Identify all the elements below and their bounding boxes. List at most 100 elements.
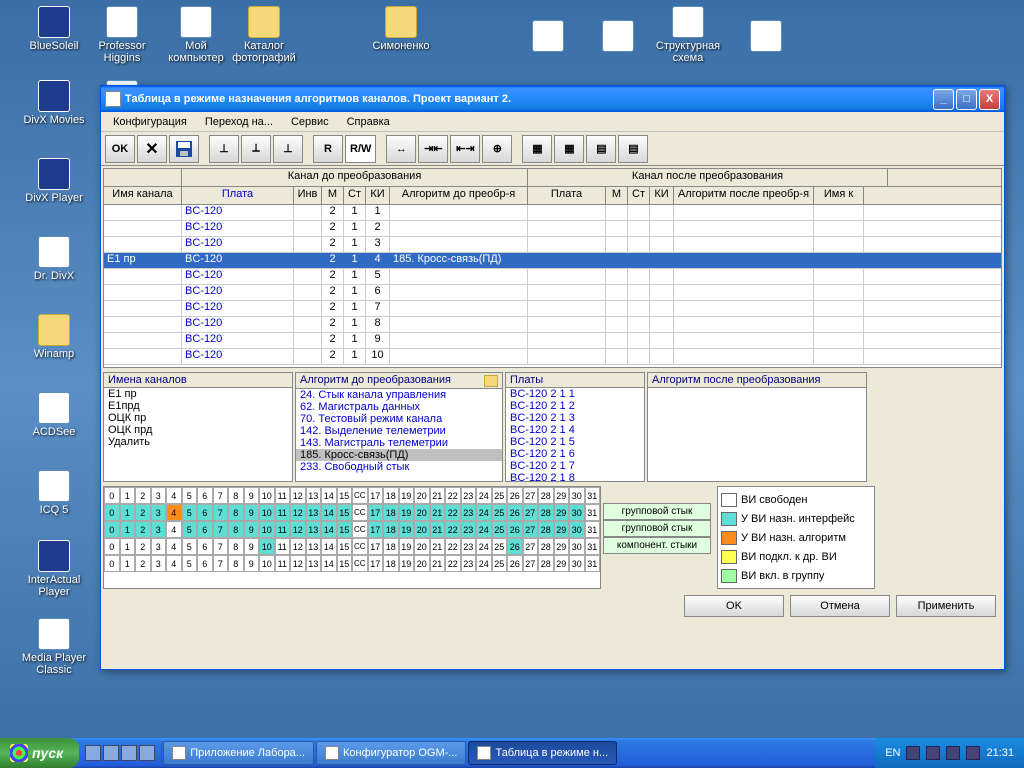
matrix-cell[interactable]: 12: [290, 521, 306, 538]
matrix-cell[interactable]: 24: [476, 555, 492, 572]
matrix-cell[interactable]: 26: [507, 521, 523, 538]
cancel-x-button[interactable]: ✕: [137, 135, 167, 163]
matrix-cell[interactable]: 4: [166, 487, 182, 504]
matrix-cell[interactable]: 18: [383, 538, 399, 555]
desktop-icon[interactable]: Winamp: [18, 314, 90, 360]
matrix-cell[interactable]: 23: [461, 504, 477, 521]
matrix-cell[interactable]: 11: [275, 504, 291, 521]
desktop-icon[interactable]: [582, 20, 654, 54]
matrix-cell[interactable]: 29: [554, 487, 570, 504]
matrix-cell[interactable]: 21: [430, 521, 446, 538]
matrix-cell[interactable]: 21: [430, 504, 446, 521]
split-button[interactable]: ⇤⇥: [450, 135, 480, 163]
matrix-cell[interactable]: 21: [430, 487, 446, 504]
matrix-cell[interactable]: 17: [368, 538, 384, 555]
matrix-cell[interactable]: 2: [135, 504, 151, 521]
matrix-cell[interactable]: 14: [321, 487, 337, 504]
ok-button[interactable]: OK: [105, 135, 135, 163]
table-row[interactable]: BC-120216: [104, 285, 1001, 301]
matrix-cell[interactable]: 1: [120, 538, 136, 555]
matrix-cell[interactable]: 10: [259, 538, 275, 555]
matrix-cell[interactable]: 24: [476, 521, 492, 538]
grid2-button[interactable]: ▦: [554, 135, 584, 163]
matrix-cell[interactable]: 1: [120, 555, 136, 572]
close-button[interactable]: X: [979, 89, 1000, 110]
tray-icon[interactable]: [966, 746, 980, 760]
matrix-cell[interactable]: 29: [554, 538, 570, 555]
matrix-cell[interactable]: 25: [492, 504, 508, 521]
matrix-cell[interactable]: 13: [306, 487, 322, 504]
ql-icon[interactable]: [139, 745, 155, 761]
matrix-cell[interactable]: 7: [213, 555, 229, 572]
matrix-cell[interactable]: 19: [399, 555, 415, 572]
matrix-cell[interactable]: 9: [244, 555, 260, 572]
matrix-cell[interactable]: 4: [166, 555, 182, 572]
matrix-cell[interactable]: 17: [368, 555, 384, 572]
matrix-cell[interactable]: 2: [135, 521, 151, 538]
list-item[interactable]: BC-120 2 1 8: [506, 472, 644, 481]
ql-icon[interactable]: [121, 745, 137, 761]
start-button[interactable]: пуск: [0, 738, 79, 768]
list-item[interactable]: 143. Магистраль телеметрии: [296, 437, 502, 449]
folder-icon[interactable]: [484, 375, 498, 387]
matrix-cell[interactable]: 4: [166, 538, 182, 555]
column-header[interactable]: Имя к: [814, 187, 864, 204]
table-row[interactable]: BC-120213: [104, 237, 1001, 253]
matrix-cell[interactable]: 4: [166, 504, 182, 521]
matrix-cell[interactable]: 30: [569, 555, 585, 572]
grid1-button[interactable]: ▦: [522, 135, 552, 163]
column-header[interactable]: КИ: [650, 187, 674, 204]
column-header[interactable]: Алгоритм до преобр-я: [390, 187, 528, 204]
matrix-cell[interactable]: 15: [337, 487, 353, 504]
tray-icon[interactable]: [926, 746, 940, 760]
matrix-cell[interactable]: 13: [306, 538, 322, 555]
matrix-cell[interactable]: 25: [492, 487, 508, 504]
matrix-cell[interactable]: 28: [538, 487, 554, 504]
matrix-cell[interactable]: 10: [259, 521, 275, 538]
matrix-cell[interactable]: 20: [414, 538, 430, 555]
column-header[interactable]: Инв: [294, 187, 322, 204]
desktop-icon[interactable]: ACDSee: [18, 392, 90, 438]
matrix-cell[interactable]: 19: [399, 521, 415, 538]
align-middle-button[interactable]: ⟂: [241, 135, 271, 163]
matrix-cell[interactable]: 7: [213, 504, 229, 521]
matrix-cell[interactable]: 7: [213, 538, 229, 555]
list-item[interactable]: BC-120 2 1 6: [506, 448, 644, 460]
matrix-cell[interactable]: 21: [430, 538, 446, 555]
list-item[interactable]: BC-120 2 1 7: [506, 460, 644, 472]
matrix-cell[interactable]: 26: [507, 487, 523, 504]
table-row[interactable]: BC-120219: [104, 333, 1001, 349]
matrix-cell[interactable]: 30: [569, 538, 585, 555]
matrix-cell[interactable]: 9: [244, 487, 260, 504]
matrix-cell[interactable]: 24: [476, 538, 492, 555]
matrix-cell[interactable]: 11: [275, 555, 291, 572]
matrix-cell[interactable]: 12: [290, 555, 306, 572]
matrix-cell[interactable]: 19: [399, 504, 415, 521]
matrix-cell[interactable]: 0: [104, 538, 120, 555]
r-button[interactable]: R: [313, 135, 343, 163]
matrix-cell[interactable]: 22: [445, 555, 461, 572]
matrix-cell[interactable]: 29: [554, 504, 570, 521]
matrix-cell[interactable]: СС: [352, 487, 368, 504]
matrix-cell[interactable]: 20: [414, 521, 430, 538]
matrix-cell[interactable]: 15: [337, 538, 353, 555]
matrix-cell[interactable]: 5: [182, 538, 198, 555]
ql-icon[interactable]: [85, 745, 101, 761]
matrix-cell[interactable]: 28: [538, 521, 554, 538]
matrix-cell[interactable]: СС: [352, 504, 368, 521]
matrix-cell[interactable]: 29: [554, 555, 570, 572]
matrix-cell[interactable]: 6: [197, 504, 213, 521]
matrix-cell[interactable]: 21: [430, 555, 446, 572]
matrix-cell[interactable]: 13: [306, 504, 322, 521]
desktop-icon[interactable]: InterActual Player: [18, 540, 90, 598]
matrix-cell[interactable]: 30: [569, 521, 585, 538]
matrix-cell[interactable]: 20: [414, 555, 430, 572]
matrix-cell[interactable]: 30: [569, 487, 585, 504]
matrix-cell[interactable]: 24: [476, 487, 492, 504]
matrix-cell[interactable]: 28: [538, 538, 554, 555]
matrix-cell[interactable]: 13: [306, 521, 322, 538]
matrix-cell[interactable]: 15: [337, 504, 353, 521]
matrix-cell[interactable]: 15: [337, 555, 353, 572]
matrix-cell[interactable]: 17: [368, 504, 384, 521]
matrix-cell[interactable]: 4: [166, 521, 182, 538]
